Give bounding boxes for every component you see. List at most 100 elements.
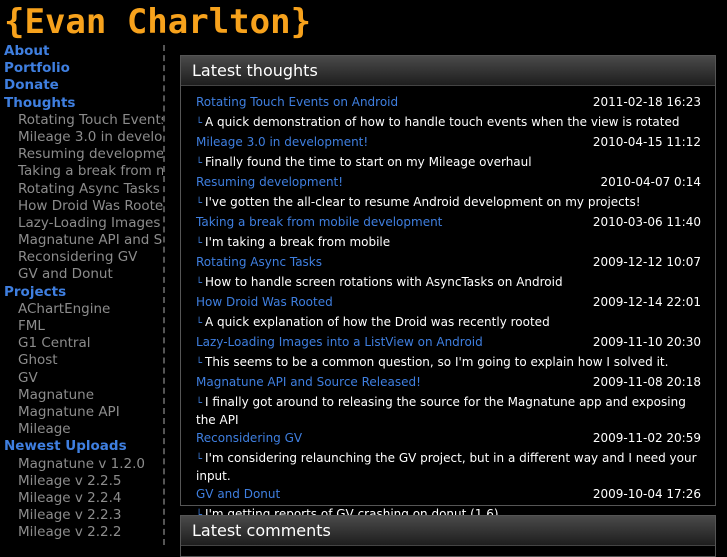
thought-summary-text: I'm taking a break from mobile: [205, 235, 391, 249]
thought-date: 2010-03-06 11:40: [592, 215, 701, 229]
corner-arrow-icon: └: [196, 118, 203, 129]
thought-title-link[interactable]: Lazy-Loading Images into a ListView on A…: [196, 333, 483, 352]
thought-summary: └ A quick explanation of how the Droid wa…: [196, 312, 701, 333]
sidebar-item-link[interactable]: Ghost: [0, 352, 163, 369]
sidebar-item-link[interactable]: Mileage: [0, 421, 163, 438]
thought-date: 2010-04-07 0:14: [600, 175, 702, 189]
thought-entry: Rotating Touch Events on Android 2011-02-…: [196, 93, 701, 133]
thought-header-row: Taking a break from mobile development 20…: [196, 213, 701, 232]
sidebar-section-link[interactable]: Portfolio: [0, 60, 166, 77]
thought-title-link[interactable]: Resuming development!: [196, 173, 343, 192]
thought-date: 2009-12-12 10:07: [592, 255, 701, 269]
panel-title: Latest comments: [181, 516, 715, 546]
thought-summary: └ How to handle screen rotations with Asy…: [196, 272, 701, 293]
sidebar-item-link[interactable]: Magnatune: [0, 387, 163, 404]
sidebar-item-link[interactable]: Mileage v 2.2.4: [0, 490, 163, 507]
thought-summary-text: A quick demonstration of how to handle t…: [205, 115, 680, 129]
sidebar-nav: About Portfolio Donate Thoughts Rotating Tou…: [0, 43, 166, 545]
thought-summary: └ I've gotten the all-clear to resume And…: [196, 192, 701, 213]
sidebar-section-link[interactable]: Projects: [0, 284, 166, 301]
sidebar-item-link[interactable]: Magnatune API: [0, 404, 163, 421]
thought-entry: Reconsidering GV 2009-11-02 20:59 └ I'm con…: [196, 429, 701, 485]
thought-title-link[interactable]: Mileage 3.0 in development!: [196, 133, 368, 152]
corner-arrow-icon: └: [196, 278, 203, 289]
sidebar-item-link[interactable]: Magnatune v 1.2.0: [0, 456, 163, 473]
sidebar-item-link[interactable]: Lazy-Loading Images i: [0, 215, 163, 232]
site-title[interactable]: {Evan Charlton}: [4, 0, 311, 44]
thought-title-link[interactable]: Taking a break from mobile development: [196, 213, 442, 232]
thought-date: 2011-02-18 16:23: [592, 95, 701, 109]
thought-header-row: Resuming development! 2010-04-07 0:14: [196, 173, 701, 192]
corner-arrow-icon: └: [196, 398, 203, 409]
thought-date: 2010-04-15 11:12: [592, 135, 701, 149]
sidebar-list: About Portfolio Donate Thoughts Rotating Tou…: [0, 43, 166, 541]
sidebar-item-link[interactable]: GV and Donut: [0, 266, 163, 283]
panel-title: Latest thoughts: [181, 56, 715, 86]
thought-header-row: How Droid Was Rooted 2009-12-14 22:01: [196, 293, 701, 312]
sidebar-item-link[interactable]: Magnatune API and Sc: [0, 232, 163, 249]
thought-summary: └ This seems to be a common question, so …: [196, 352, 701, 373]
thought-entry: Mileage 3.0 in development! 2010-04-15 11…: [196, 133, 701, 173]
thought-header-row: Mileage 3.0 in development! 2010-04-15 11…: [196, 133, 701, 152]
corner-arrow-icon: └: [196, 358, 203, 369]
thought-entry: Magnatune API and Source Released! 2009-1…: [196, 373, 701, 429]
sidebar-item-link[interactable]: Mileage 3.0 in develop: [0, 129, 163, 146]
sidebar-item-link[interactable]: Mileage v 2.2.5: [0, 473, 163, 490]
thought-summary: └ A quick demonstration of how to handle …: [196, 112, 701, 133]
thought-title-link[interactable]: How Droid Was Rooted: [196, 293, 333, 312]
thought-header-row: GV and Donut 2009-10-04 17:26: [196, 485, 701, 504]
thought-title-link[interactable]: Rotating Async Tasks: [196, 253, 322, 272]
thought-header-row: Lazy-Loading Images into a ListView on A…: [196, 333, 701, 352]
sidebar-section-link[interactable]: Newest Uploads: [0, 438, 166, 455]
corner-arrow-icon: └: [196, 454, 203, 465]
thought-entry: Rotating Async Tasks 2009-12-12 10:07 └ How…: [196, 253, 701, 293]
corner-arrow-icon: └: [196, 158, 203, 169]
thought-summary-text: This seems to be a common question, so I…: [205, 355, 669, 369]
thought-summary: └ I finally got around to releasing the s…: [196, 392, 701, 429]
sidebar-item-link[interactable]: GV: [0, 370, 163, 387]
sidebar-item-link[interactable]: AChartEngine: [0, 301, 163, 318]
thought-title-link[interactable]: Rotating Touch Events on Android: [196, 93, 398, 112]
sidebar-section-link[interactable]: Thoughts: [0, 95, 166, 112]
latest-comments-panel: Latest comments: [180, 515, 716, 557]
thought-header-row: Rotating Async Tasks 2009-12-12 10:07: [196, 253, 701, 272]
thought-summary-text: A quick explanation of how the Droid was…: [205, 315, 550, 329]
thought-date: 2009-11-08 20:18: [592, 375, 701, 389]
sidebar-item-link[interactable]: Taking a break from m: [0, 163, 163, 180]
thought-entry: How Droid Was Rooted 2009-12-14 22:01 └ A q…: [196, 293, 701, 333]
thought-summary-text: How to handle screen rotations with Asyn…: [205, 275, 563, 289]
sidebar-item-link[interactable]: How Droid Was Roote: [0, 198, 163, 215]
sidebar-item-link[interactable]: Rotating Touch Events: [0, 112, 163, 129]
thought-summary-text: I've gotten the all-clear to resume Andr…: [205, 195, 641, 209]
thought-header-row: Rotating Touch Events on Android 2011-02-…: [196, 93, 701, 112]
corner-arrow-icon: └: [196, 318, 203, 329]
sidebar-item-link[interactable]: G1 Central: [0, 335, 163, 352]
thought-summary: └ I'm considering relaunching the GV proj…: [196, 448, 701, 485]
sidebar-section-link[interactable]: About: [0, 43, 166, 60]
sidebar-item-link[interactable]: Reconsidering GV: [0, 249, 163, 266]
thought-header-row: Magnatune API and Source Released! 2009-1…: [196, 373, 701, 392]
thought-summary: └ Finally found the time to start on my M…: [196, 152, 701, 173]
sidebar-item-link[interactable]: Mileage v 2.2.3: [0, 507, 163, 524]
sidebar-item-link[interactable]: Rotating Async Tasks: [0, 181, 163, 198]
thought-entry: Taking a break from mobile development 20…: [196, 213, 701, 253]
sidebar-section-link[interactable]: Donate: [0, 77, 166, 94]
thought-summary-text: I'm considering relaunching the GV proje…: [196, 451, 697, 483]
thought-title-link[interactable]: Magnatune API and Source Released!: [196, 373, 421, 392]
sidebar-item-link[interactable]: FML: [0, 318, 163, 335]
thought-entry: Lazy-Loading Images into a ListView on A…: [196, 333, 701, 373]
thought-title-link[interactable]: Reconsidering GV: [196, 429, 302, 448]
thought-date: 2009-12-14 22:01: [592, 295, 701, 309]
sidebar-item-link[interactable]: Mileage v 2.2.2: [0, 524, 163, 541]
thought-date: 2009-11-10 20:30: [592, 335, 701, 349]
thought-title-link[interactable]: GV and Donut: [196, 485, 280, 504]
thought-summary: └ I'm taking a break from mobile: [196, 232, 701, 253]
thought-summary-text: I finally got around to releasing the so…: [196, 395, 686, 427]
latest-thoughts-panel: Latest thoughts Rotating Touch Events on…: [180, 55, 716, 521]
corner-arrow-icon: └: [196, 198, 203, 209]
sidebar-item-link[interactable]: Resuming developmer: [0, 146, 163, 163]
thought-date: 2009-10-04 17:26: [592, 487, 701, 501]
thought-header-row: Reconsidering GV 2009-11-02 20:59: [196, 429, 701, 448]
corner-arrow-icon: └: [196, 238, 203, 249]
thought-date: 2009-11-02 20:59: [592, 431, 701, 445]
